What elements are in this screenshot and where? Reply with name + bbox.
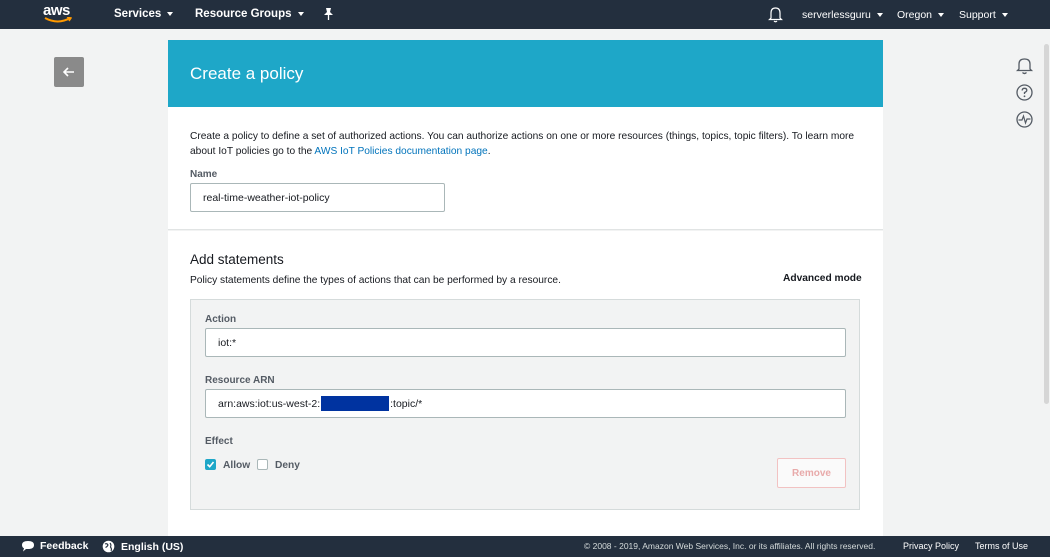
chevron-down-icon	[938, 13, 945, 17]
feedback-button[interactable]: Feedback	[21, 540, 88, 552]
action-label: Action	[205, 314, 237, 325]
terms-of-use-link[interactable]: Terms of Use	[975, 541, 1028, 551]
back-button[interactable]	[54, 57, 84, 87]
statements-description: Policy statements define the types of ac…	[190, 275, 561, 286]
help-icon[interactable]	[1015, 83, 1034, 102]
account-name: serverlessguru	[802, 9, 871, 21]
resource-arn-input[interactable]: arn:aws:iot:us-west-2: :topic/*	[205, 389, 846, 418]
checkmark-icon	[206, 461, 215, 468]
footer-bar: Feedback English (US) © 2008 - 2019, Ama…	[0, 536, 1050, 557]
deny-label[interactable]: Deny	[275, 460, 300, 471]
aws-logo[interactable]: aws	[43, 2, 75, 26]
redacted-account-id	[321, 396, 390, 411]
copyright-text: © 2008 - 2019, Amazon Web Services, Inc.…	[584, 541, 876, 551]
services-menu[interactable]: Services	[114, 8, 174, 20]
support-menu[interactable]: Support	[959, 9, 1008, 21]
add-statements-panel: Add statements Policy statements define …	[168, 231, 883, 536]
activity-icon[interactable]	[1015, 110, 1034, 129]
region-name: Oregon	[897, 9, 933, 21]
chevron-down-icon	[297, 12, 304, 16]
page-header: Create a policy	[168, 40, 883, 107]
advanced-mode-link[interactable]: Advanced mode	[783, 273, 862, 284]
language-selector[interactable]: English (US)	[102, 540, 183, 553]
aws-smile-icon	[44, 17, 72, 23]
iot-policies-doc-link[interactable]: AWS IoT Policies documentation page	[314, 146, 487, 157]
services-label: Services	[114, 8, 162, 20]
account-menu[interactable]: serverlessguru	[802, 9, 883, 21]
action-value: iot:*	[218, 336, 237, 349]
top-navigation-bar: aws Services Resource Groups serverlessg…	[0, 0, 1050, 29]
deny-checkbox[interactable]	[257, 459, 268, 470]
arn-suffix: :topic/*	[390, 397, 423, 410]
chevron-down-icon	[167, 12, 174, 16]
chevron-down-icon	[876, 13, 883, 17]
resource-groups-label: Resource Groups	[195, 8, 292, 20]
arrow-left-icon	[63, 67, 74, 77]
resource-arn-label: Resource ARN	[205, 375, 275, 386]
action-input[interactable]: iot:*	[205, 328, 846, 357]
name-label: Name	[190, 169, 218, 180]
chevron-down-icon	[1001, 13, 1008, 17]
add-statements-heading: Add statements	[190, 252, 284, 267]
pin-icon[interactable]	[322, 7, 335, 21]
statement-editor: Action iot:* Resource ARN arn:aws:iot:us…	[190, 299, 860, 510]
policy-name-value: real-time-weather-iot-policy	[203, 191, 330, 204]
effect-label: Effect	[205, 436, 233, 447]
support-label: Support	[959, 9, 996, 21]
policy-name-input[interactable]: real-time-weather-iot-policy	[190, 183, 445, 212]
speech-bubble-icon	[22, 541, 34, 552]
bell-icon[interactable]	[768, 6, 783, 23]
scrollbar[interactable]	[1044, 44, 1049, 404]
feedback-label: Feedback	[40, 540, 89, 552]
policy-details-panel: Create a policy to define a set of autho…	[168, 107, 883, 230]
language-label: English (US)	[121, 540, 184, 553]
arn-prefix: arn:aws:iot:us-west-2:	[218, 397, 321, 410]
resource-groups-menu[interactable]: Resource Groups	[195, 8, 304, 20]
intro-text-end: .	[487, 146, 491, 157]
intro-text: Create a policy to define a set of autho…	[190, 129, 860, 159]
intro-text-start: Create a policy to define a set of autho…	[190, 131, 855, 157]
remove-label: Remove	[792, 467, 831, 479]
notifications-bell-icon[interactable]	[1015, 56, 1034, 75]
region-menu[interactable]: Oregon	[897, 9, 945, 21]
allow-label[interactable]: Allow	[223, 460, 250, 471]
globe-icon	[102, 540, 115, 553]
allow-checkbox[interactable]	[205, 459, 216, 470]
privacy-policy-link[interactable]: Privacy Policy	[903, 541, 959, 551]
page-title: Create a policy	[190, 64, 304, 83]
remove-statement-button[interactable]: Remove	[777, 458, 846, 488]
